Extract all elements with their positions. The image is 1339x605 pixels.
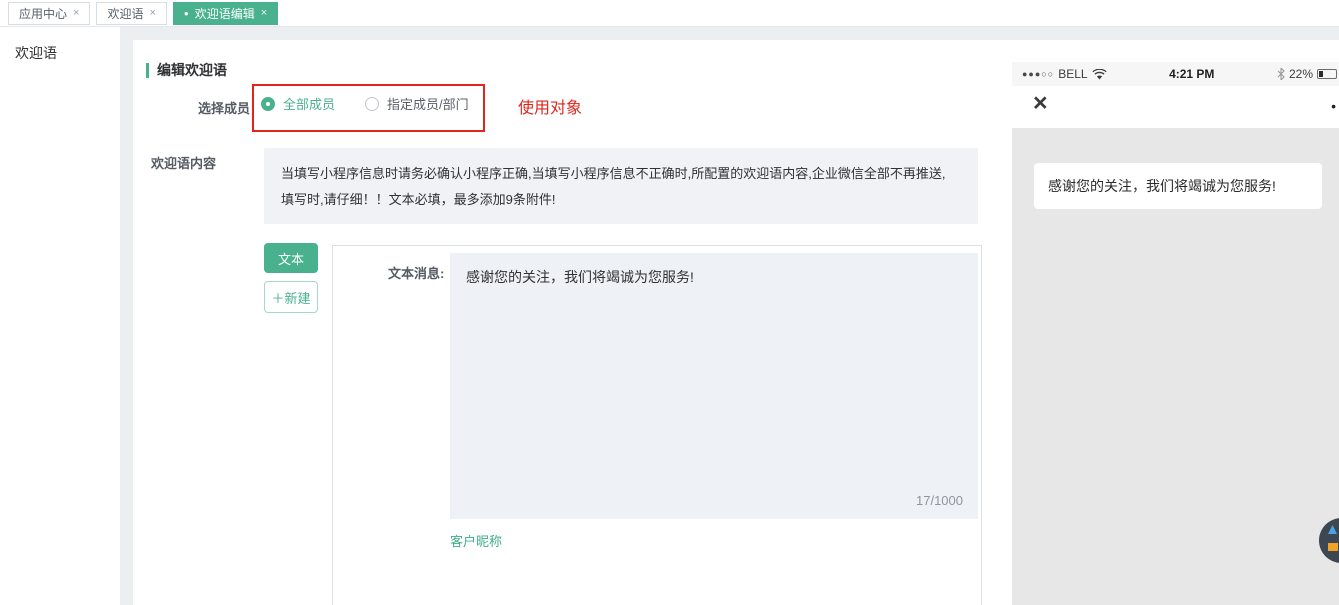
bluetooth-icon	[1277, 68, 1285, 80]
tab-welcome-edit[interactable]: ● 欢迎语编辑 ×	[173, 2, 278, 25]
message-textarea[interactable]: 感谢您的关注，我们将竭诚为您服务!	[450, 253, 978, 519]
wifi-icon	[1092, 69, 1107, 80]
tab-bar: 应用中心 × 欢迎语 × ● 欢迎语编辑 ×	[0, 0, 1339, 27]
notice-line-1: 当填写小程序信息时请务必确认小程序正确,当填写小程序信息不正确时,所配置的欢迎语…	[281, 161, 961, 187]
carrier-label: BELL	[1058, 67, 1087, 81]
tab-app-center[interactable]: 应用中心 ×	[8, 2, 90, 25]
welcome-content-label: 欢迎语内容	[151, 153, 216, 172]
close-icon[interactable]: ×	[149, 8, 155, 19]
annotation-text: 使用对象	[518, 94, 582, 118]
notice-box: 当填写小程序信息时请务必确认小程序正确,当填写小程序信息不正确时,所配置的欢迎语…	[264, 148, 978, 224]
close-icon[interactable]: ×	[73, 8, 79, 19]
sidebar-item-welcome[interactable]: 欢迎语	[0, 27, 120, 63]
battery-icon	[1317, 69, 1337, 79]
close-icon[interactable]: ×	[261, 8, 267, 19]
status-left: ●●●○○ BELL	[1022, 67, 1107, 81]
message-panel: 文本消息: 感谢您的关注，我们将竭诚为您服务! 17/1000 客户昵称	[332, 245, 982, 605]
tab-label: 欢迎语编辑	[195, 5, 255, 22]
text-message-label: 文本消息:	[388, 263, 444, 282]
chat-message-bubble: 感谢您的关注，我们将竭诚为您服务!	[1034, 163, 1322, 209]
floating-widget-button[interactable]	[1319, 518, 1339, 563]
widget-blue-icon	[1328, 525, 1337, 534]
page-title: 编辑欢迎语	[146, 60, 227, 80]
notice-line-2: 填写时,请仔细！！文本必填，最多添加9条附件!	[281, 187, 961, 213]
text-type-button[interactable]: 文本	[264, 243, 318, 273]
member-radio-group: 全部成员 指定成员/部门	[261, 94, 499, 113]
battery-percent: 22%	[1289, 67, 1313, 81]
add-new-button[interactable]: ＋新建	[264, 281, 318, 313]
radio-all-members[interactable]: 全部成员	[261, 94, 335, 113]
signal-strength-icon: ●●●○○	[1022, 69, 1054, 79]
widget-orange-icon	[1328, 543, 1338, 551]
radio-specific-members[interactable]: 指定成员/部门	[365, 94, 469, 113]
status-right: 22%	[1277, 67, 1337, 81]
tab-label: 欢迎语	[107, 5, 143, 22]
app-window: 应用中心 × 欢迎语 × ● 欢迎语编辑 × 欢迎语 编辑欢迎语 选择成员 全部…	[0, 0, 1339, 605]
radio-unselected-icon	[365, 97, 379, 111]
customer-nickname-link[interactable]: 客户昵称	[450, 531, 502, 550]
radio-selected-icon	[261, 97, 275, 111]
more-menu-icon[interactable]: •	[1331, 98, 1336, 114]
title-accent-bar	[146, 63, 149, 78]
phone-chat-area: 感谢您的关注，我们将竭诚为您服务!	[1012, 128, 1339, 605]
status-time: 4:21 PM	[1107, 67, 1277, 81]
phone-status-bar: ●●●○○ BELL 4:21 PM 22%	[1012, 62, 1339, 86]
sidebar: 欢迎语	[0, 27, 120, 605]
message-textarea-wrap: 感谢您的关注，我们将竭诚为您服务! 17/1000	[450, 253, 978, 519]
tab-label: 应用中心	[19, 5, 67, 22]
active-dot-icon: ●	[184, 10, 189, 18]
member-select-label: 选择成员	[198, 98, 250, 117]
tab-welcome[interactable]: 欢迎语 ×	[96, 2, 166, 25]
char-counter: 17/1000	[916, 493, 963, 508]
close-icon[interactable]: ×	[1033, 91, 1048, 116]
phone-nav-row: × •	[1012, 86, 1339, 128]
